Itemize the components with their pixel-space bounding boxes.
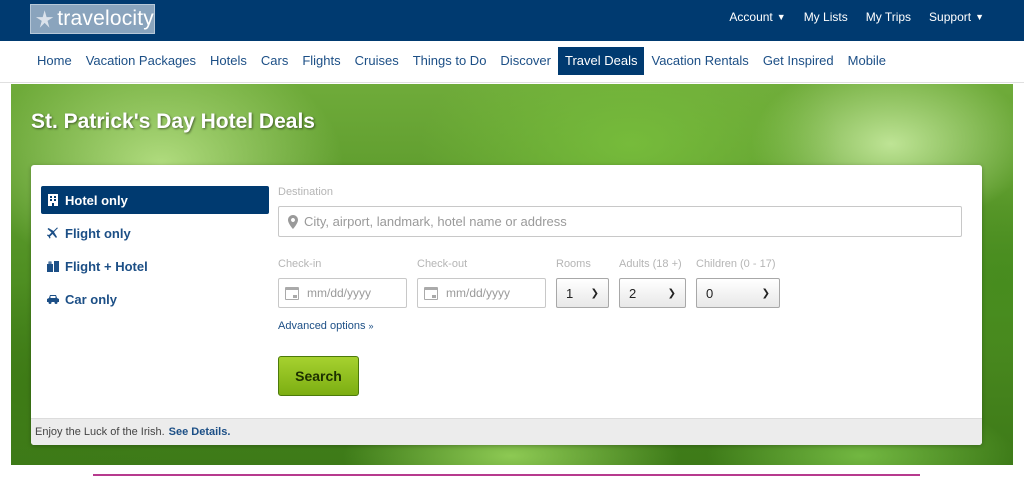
nav-item-get-inspired[interactable]: Get Inspired (756, 47, 841, 75)
adults-select[interactable]: 2 ❯ (619, 278, 686, 308)
tab-flight-hotel[interactable]: Flight + Hotel (41, 252, 269, 280)
main-nav: Home Vacation Packages Hotels Cars Fligh… (0, 41, 1024, 83)
my-trips-link[interactable]: My Trips (866, 10, 911, 24)
nav-item-discover[interactable]: Discover (493, 47, 558, 75)
top-bar: travelocity Account ▼ My Lists My Trips … (0, 0, 1024, 41)
building-icon (48, 194, 58, 206)
promo-text: Enjoy the Luck of the Irish. (35, 426, 165, 438)
promo-bar: Enjoy the Luck of the Irish. See Details… (31, 418, 982, 445)
rooms-select[interactable]: 1 ❯ (556, 278, 609, 308)
adults-value: 2 (629, 285, 637, 301)
nav-item-vacation-packages[interactable]: Vacation Packages (79, 47, 203, 75)
destination-field[interactable] (278, 206, 962, 237)
checkout-input[interactable] (446, 286, 536, 300)
nav-item-things-to-do[interactable]: Things to Do (406, 47, 494, 75)
nav-item-cruises[interactable]: Cruises (348, 47, 406, 75)
my-trips-label: My Trips (865, 10, 912, 24)
search-button[interactable]: Search (278, 356, 359, 396)
travelocity-logo[interactable]: travelocity (30, 4, 155, 34)
nav-item-travel-deals[interactable]: Travel Deals (558, 47, 645, 75)
map-pin-icon (288, 214, 298, 229)
double-chevron-down-icon: » (368, 321, 374, 331)
advanced-options-link[interactable]: Advanced options » (278, 320, 374, 332)
car-icon (47, 295, 59, 304)
chevron-down-icon: ❯ (590, 287, 599, 299)
star-logo-icon (35, 10, 54, 28)
support-menu[interactable]: Support ▼ (929, 10, 984, 24)
checkin-label: Check-in (278, 258, 322, 270)
search-type-tabs: Hotel only Flight only Flight + Hotel Ca… (41, 186, 269, 318)
tab-label: Flight only (65, 225, 131, 241)
checkin-input[interactable] (307, 286, 397, 300)
logo-text: travelocity (57, 7, 154, 30)
tab-label: Car only (65, 291, 118, 307)
nav-item-flights[interactable]: Flights (295, 47, 347, 75)
rooms-value: 1 (566, 285, 574, 301)
rooms-label: Rooms (556, 258, 591, 270)
main-nav-list: Home Vacation Packages Hotels Cars Fligh… (30, 47, 893, 75)
chevron-down-icon: ❯ (667, 287, 676, 299)
tab-car-only[interactable]: Car only (41, 285, 269, 313)
plane-icon (47, 227, 58, 239)
support-label: Support (929, 10, 972, 24)
luggage-icon (47, 261, 59, 272)
children-value: 0 (706, 285, 714, 301)
tab-hotel-only[interactable]: Hotel only (41, 186, 269, 214)
nav-item-vacation-rentals[interactable]: Vacation Rentals (644, 47, 755, 75)
bottom-divider (93, 474, 920, 476)
nav-item-hotels[interactable]: Hotels (203, 47, 254, 75)
chevron-down-icon: ❯ (761, 287, 770, 299)
calendar-icon (424, 286, 438, 300)
children-select[interactable]: 0 ❯ (696, 278, 780, 308)
adults-label: Adults (18 +) (619, 258, 682, 270)
nav-item-mobile[interactable]: Mobile (841, 47, 893, 75)
checkin-field[interactable] (278, 278, 407, 308)
my-lists-label: My Lists (803, 10, 848, 24)
nav-item-cars[interactable]: Cars (254, 47, 295, 75)
account-label: Account (729, 10, 773, 24)
destination-label: Destination (278, 186, 334, 198)
chevron-down-icon: ▼ (776, 12, 786, 22)
page-title: St. Patrick's Day Hotel Deals (31, 110, 315, 133)
checkout-field[interactable] (417, 278, 546, 308)
tab-label: Flight + Hotel (65, 258, 148, 274)
account-menu[interactable]: Account ▼ (729, 10, 785, 24)
chevron-down-icon: ▼ (975, 12, 984, 22)
advanced-options-label: Advanced options (278, 320, 366, 332)
nav-item-home[interactable]: Home (30, 47, 79, 75)
my-lists-link[interactable]: My Lists (804, 10, 848, 24)
see-details-link[interactable]: See Details. (169, 426, 231, 438)
tab-flight-only[interactable]: Flight only (41, 219, 269, 247)
calendar-icon (285, 286, 299, 300)
children-label: Children (0 - 17) (696, 258, 776, 270)
search-panel: Hotel only Flight only Flight + Hotel Ca… (31, 165, 982, 445)
account-nav: Account ▼ My Lists My Trips Support ▼ (729, 0, 984, 34)
destination-input[interactable] (304, 214, 944, 229)
tab-label: Hotel only (65, 192, 128, 208)
checkout-label: Check-out (417, 258, 468, 270)
